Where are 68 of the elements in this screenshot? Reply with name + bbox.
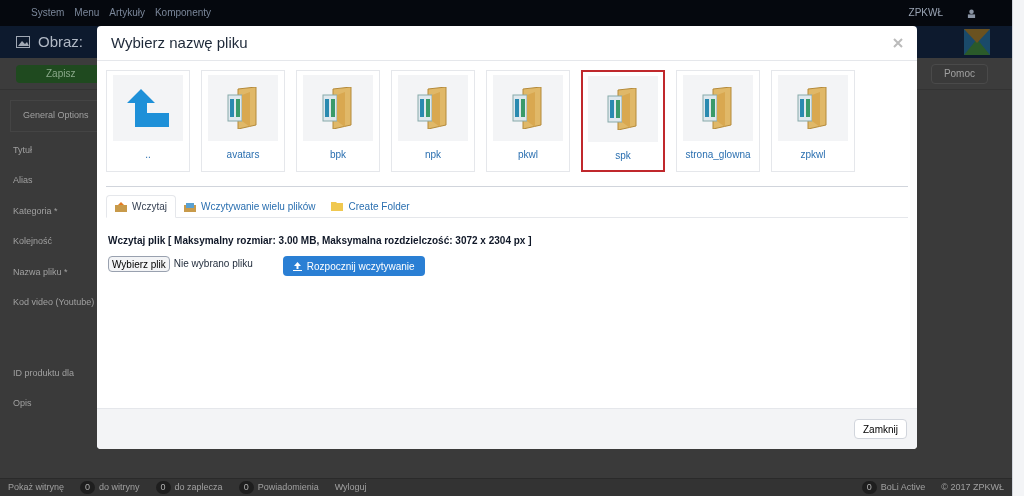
folder-icon [331, 202, 344, 211]
folder-name: pkwl [518, 148, 538, 162]
field-label: Kategoria * [13, 204, 58, 218]
folder-thumbnail[interactable]: spk [581, 70, 665, 172]
copyright-text: © 2017 ZPKWŁ [941, 480, 1004, 494]
folder-thumbnail[interactable]: zpkwl [771, 70, 855, 172]
folder-name: spk [615, 149, 631, 163]
folder-icon [796, 87, 830, 129]
field-label: Tytuł [13, 143, 32, 157]
menu-item[interactable]: Artykuły [109, 8, 145, 18]
site-link[interactable]: ZPKWŁ [908, 8, 943, 18]
field-label: Kolejność [13, 235, 53, 248]
choose-file-button[interactable]: Wybierz plik [108, 256, 170, 272]
count-badge: 0 [238, 480, 254, 495]
folder-icon [511, 87, 545, 129]
status-link[interactable]: Pokaż witrynę [8, 480, 65, 495]
menu-item[interactable]: Komponenty [154, 8, 212, 18]
folder-thumbnail[interactable]: .. [106, 70, 190, 172]
field-label: Nazwa pliku * [13, 265, 68, 279]
folder-thumbnail[interactable]: pkwl [486, 70, 570, 172]
folder-icon [321, 87, 355, 129]
field-label: Alias [13, 174, 33, 187]
folder-name: .. [145, 148, 151, 162]
upload-info: Wczytaj plik [ Maksymalny rozmiar: 3.00 MB, Maksymalna rozdzielczość: 3072 x 2304 px ] [108, 234, 533, 248]
start-upload-button[interactable]: Rozpocznij wczytywanie [282, 256, 425, 276]
close-icon[interactable] [893, 38, 903, 48]
status-link[interactable]: do witryny [99, 480, 140, 495]
tab[interactable]: Create Folder [323, 195, 418, 218]
folder-thumbnail[interactable]: bpk [296, 70, 380, 172]
folder-thumbnail[interactable]: avatars [201, 70, 285, 172]
modal-title: Wybierz nazwę pliku [111, 32, 249, 53]
images-upload-icon [184, 201, 196, 212]
menu-item[interactable]: System [31, 8, 65, 18]
folder-thumbnail[interactable]: strona_glowna [676, 70, 760, 172]
image-upload-icon [115, 201, 127, 212]
count-badge: 0 [80, 480, 96, 495]
folder-icon [226, 87, 260, 129]
scrollbar[interactable] [1012, 0, 1024, 496]
status-link[interactable]: Powiadomienia [257, 480, 319, 495]
logo-icon [964, 29, 990, 55]
help-button[interactable]: Pomoc [930, 63, 988, 84]
field-label: Opis [13, 397, 32, 410]
folder-name: strona_glowna [685, 148, 751, 162]
folder-name: zpkwl [800, 148, 826, 162]
folder-name: npk [424, 148, 442, 162]
field-label: ID produktu dla [13, 366, 75, 380]
folder-icon [416, 87, 450, 129]
folder-thumbnail[interactable]: npk [391, 70, 475, 172]
folder-icon [606, 88, 640, 130]
count-badge: 0 [155, 480, 171, 495]
page-title: Obraz: [38, 31, 83, 52]
user-icon[interactable] [967, 8, 976, 18]
tab[interactable]: Wczytywanie wielu plików [176, 195, 324, 218]
image-icon [16, 36, 30, 48]
close-button[interactable]: Zamknij [854, 419, 907, 439]
upload-icon [292, 261, 302, 271]
menu-item[interactable]: Menu [74, 8, 100, 18]
status-link[interactable]: BoLi Active [880, 480, 926, 495]
file-status: Nie wybrano pliku [173, 257, 254, 271]
tab[interactable]: Wczytaj [106, 195, 176, 218]
folder-name: bpk [329, 148, 347, 162]
count-badge: 0 [861, 480, 877, 495]
status-link[interactable]: Wyloguj [334, 480, 367, 495]
field-label: Kod video (Youtube) [13, 296, 95, 309]
folder-icon [701, 87, 735, 129]
up-arrow-icon [127, 89, 169, 127]
status-link[interactable]: do zaplecza [174, 480, 223, 495]
folder-name: avatars [226, 148, 260, 162]
